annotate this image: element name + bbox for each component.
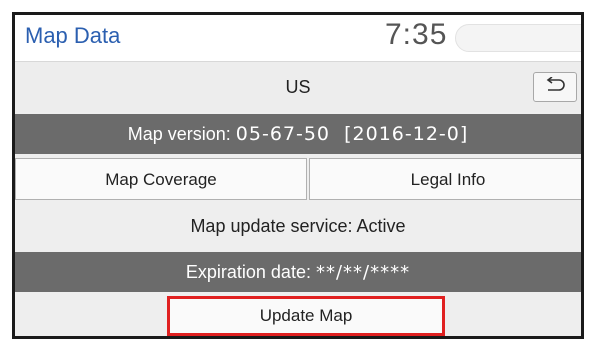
expiration-value: **/**/**** <box>315 262 411 283</box>
update-map-button[interactable]: Update Map <box>170 299 442 333</box>
screen-frame: Map Data 7:35 US Map version: 05-67-50 [… <box>12 12 584 339</box>
expiration-label: Expiration date: <box>185 262 311 282</box>
back-arrow-icon <box>544 75 566 98</box>
region-label: US <box>285 77 311 97</box>
status-area <box>455 24 581 52</box>
action-button-row: Map Coverage Legal Info <box>15 158 581 200</box>
legal-info-button[interactable]: Legal Info <box>309 158 581 200</box>
update-map-highlight: Update Map <box>167 296 445 336</box>
region-row: US <box>15 62 581 112</box>
back-button[interactable] <box>533 72 577 102</box>
map-version-bar: Map version: 05-67-50 [2016-12-0] <box>15 114 581 154</box>
map-version-value: 05-67-50 [2016-12-0] <box>235 123 469 145</box>
map-coverage-button[interactable]: Map Coverage <box>15 158 307 200</box>
expiration-bar: Expiration date: **/**/**** <box>15 252 581 292</box>
map-version-label: Map version: <box>127 124 231 144</box>
clock-display: 7:35 <box>385 18 448 51</box>
update-service-status: Map update service: Active <box>190 216 406 236</box>
page-title: Map Data <box>25 23 121 48</box>
header-bar: Map Data 7:35 <box>15 15 581 62</box>
